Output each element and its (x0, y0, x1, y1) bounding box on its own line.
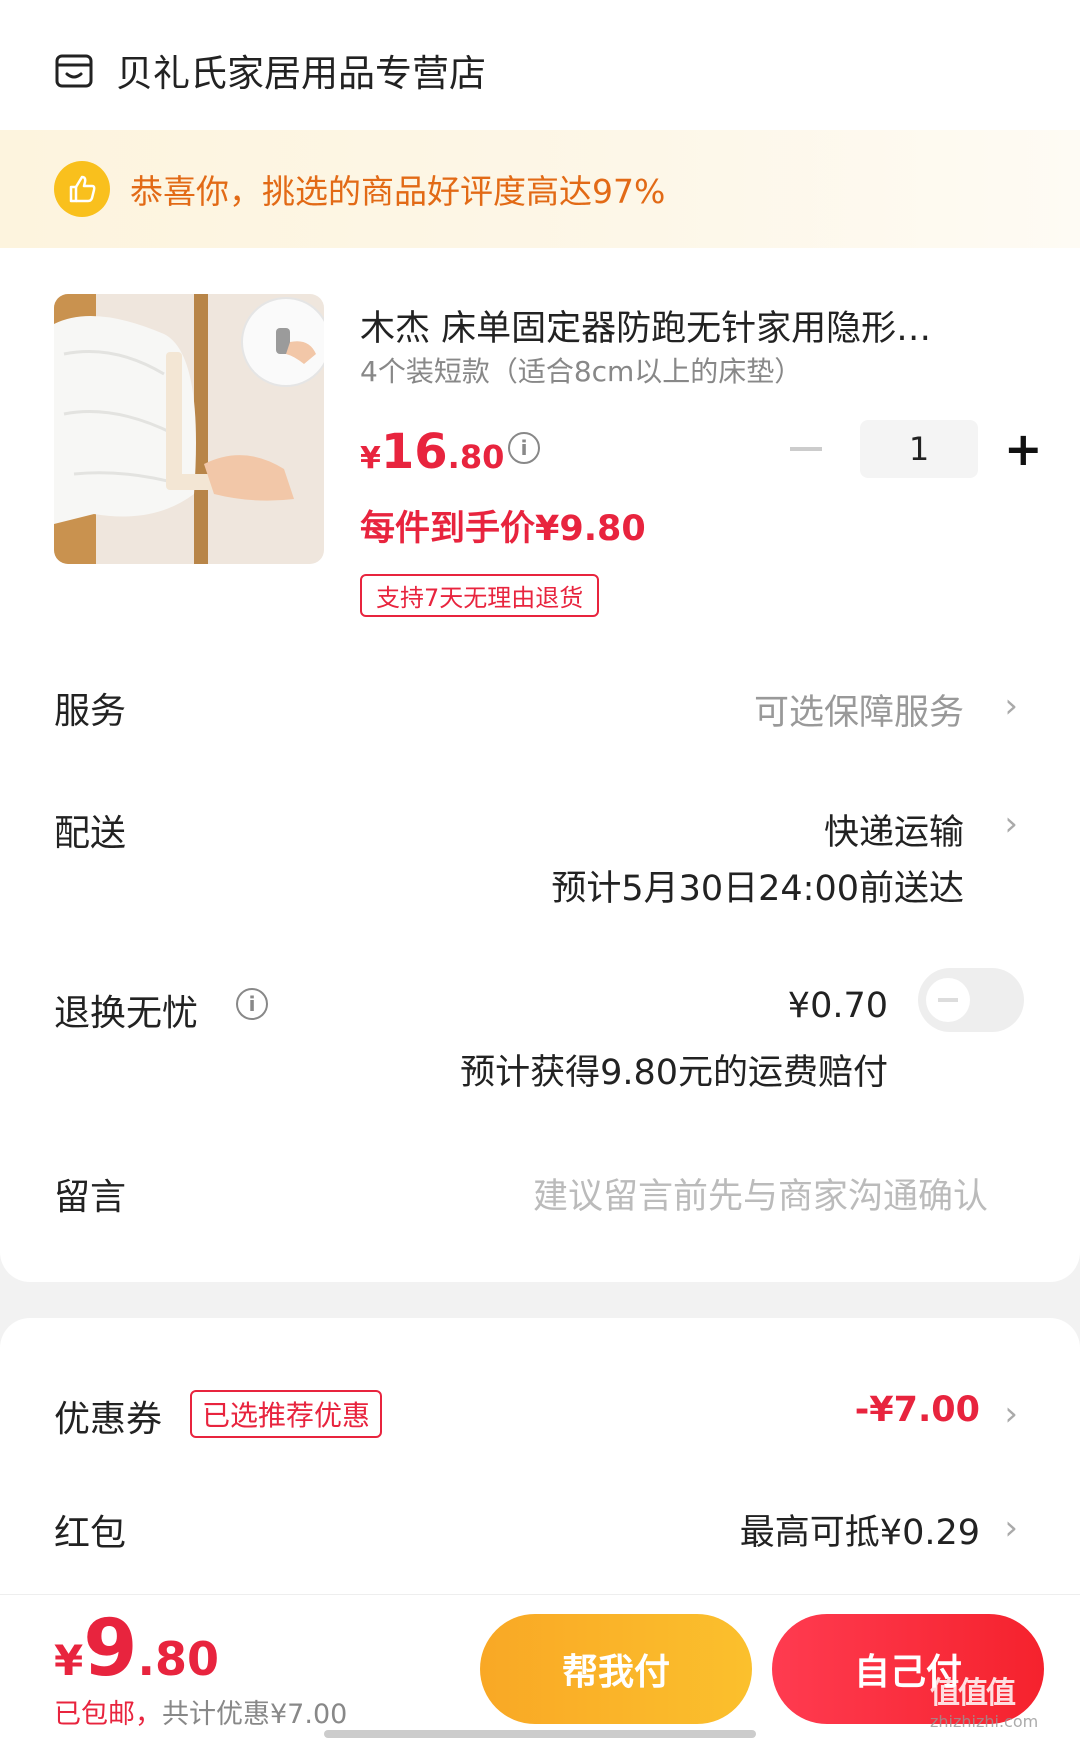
message-input[interactable]: 建议留言前先与商家沟通确认 (533, 1168, 988, 1219)
watermark-url: zhizhizhi.com (930, 1712, 1039, 1731)
total-note: 已包邮，共计优惠¥7.00 (54, 1692, 347, 1731)
discount-card (0, 1318, 1080, 1598)
thumbs-up-icon (54, 161, 110, 217)
rating-banner: 恭喜你，挑选的商品好评度高达97% (0, 130, 1080, 248)
returns-toggle[interactable] (918, 968, 1024, 1032)
shipping-note: 已包邮， (54, 1699, 162, 1730)
discount-note: 共计优惠¥7.00 (162, 1699, 348, 1730)
info-icon[interactable]: i (508, 432, 540, 464)
service-value[interactable]: 可选保障服务 (754, 684, 964, 735)
product-image[interactable] (54, 294, 324, 564)
red-packet-value[interactable]: 最高可抵¥0.29 (740, 1504, 980, 1555)
chevron-right-icon[interactable]: › (1004, 1508, 1018, 1548)
chevron-right-icon[interactable]: › (1004, 686, 1018, 726)
home-indicator[interactable] (324, 1730, 756, 1738)
quantity-value[interactable]: 1 (860, 420, 978, 478)
store-icon (55, 54, 93, 88)
returns-note: 预计获得9.80元的运费赔付 (460, 1053, 888, 1093)
coupon-tag: 已选推荐优惠 (190, 1390, 383, 1438)
total-decimal: .80 (137, 1632, 220, 1686)
watermark-logo: 值值值 (930, 1676, 1016, 1711)
price-symbol: ¥ (360, 441, 381, 476)
price-decimal: .80 (447, 438, 505, 476)
coupon-value[interactable]: -¥7.00 (855, 1390, 980, 1430)
delivery-eta: 预计5月30日24:00前送达 (551, 869, 964, 909)
chevron-right-icon[interactable]: › (1004, 1394, 1018, 1434)
product-title[interactable]: 木杰 床单固定器防跑无针家用隐形… (360, 300, 1000, 351)
total-price: ¥ 9 .80 (54, 1604, 219, 1694)
return-policy-tag: 支持7天无理由退货 (360, 574, 600, 617)
minus-icon[interactable] (790, 447, 822, 451)
info-icon[interactable]: i (236, 988, 268, 1020)
returns-price: ¥0.70 (787, 986, 888, 1026)
message-label: 留言 (54, 1177, 127, 1218)
coupon-label: 优惠券 (54, 1399, 163, 1440)
quantity-stepper: 1 + (790, 420, 1043, 478)
service-label: 服务 (54, 691, 127, 732)
returns-label: 退换无忧 (54, 993, 199, 1034)
store-header[interactable]: 贝礼氏家居用品专营店 (54, 40, 486, 100)
delivery-method[interactable]: 快递运输 (824, 804, 964, 855)
product-price: ¥ 16 .80 (360, 424, 504, 480)
product-spec[interactable]: 4个装短款（适合8cm以上的床垫） (360, 350, 802, 390)
help-pay-button[interactable]: 帮我付 (480, 1614, 752, 1724)
rating-text: 恭喜你，挑选的商品好评度高达97% (130, 172, 666, 211)
store-name: 贝礼氏家居用品专营店 (116, 52, 486, 95)
toggle-knob (926, 978, 970, 1022)
total-integer: 9 (83, 1604, 138, 1694)
red-packet-label: 红包 (54, 1513, 127, 1554)
delivery-label: 配送 (54, 813, 127, 854)
total-symbol: ¥ (54, 1636, 84, 1685)
chevron-right-icon[interactable]: › (1004, 804, 1018, 844)
plus-icon[interactable]: + (1004, 426, 1043, 472)
price-integer: 16 (380, 424, 448, 480)
final-price: 每件到手价¥9.80 (360, 509, 646, 549)
